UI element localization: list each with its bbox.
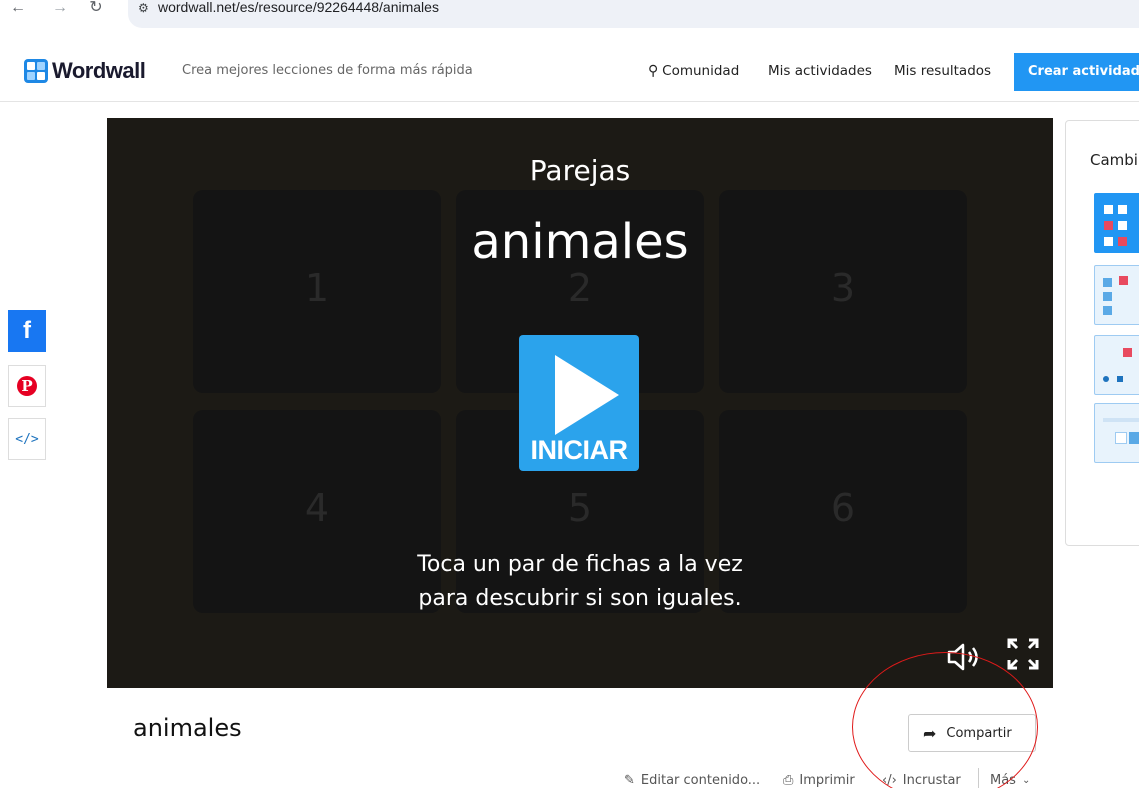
fullscreen-icon[interactable] [1003,634,1043,674]
print-label: Imprimir [799,773,855,788]
browser-address-bar: ← → ↻ ⚙ wordwall.net/es/resource/9226444… [0,0,1139,30]
pencil-icon: ✎ [624,773,635,788]
pinterest-icon: P [17,376,37,396]
play-icon [555,355,619,435]
facebook-share-button[interactable]: f [8,310,46,352]
create-activity-button[interactable]: Crear actividad [1014,53,1139,91]
forward-icon[interactable]: → [50,0,70,18]
game-area[interactable]: 1 2 3 4 5 6 Parejas animales INICIAR Toc… [107,118,1053,688]
community-label: Comunidad [662,63,740,79]
template-thumb-group-sort[interactable] [1094,335,1139,395]
logo-text: Wordwall [52,58,146,83]
change-template-title: Cambi [1090,151,1138,169]
template-thumb-matching-pairs[interactable] [1094,193,1139,253]
site-settings-icon[interactable]: ⚙ [138,1,149,15]
wordwall-logo-icon [24,59,48,83]
pinterest-share-button[interactable]: P [8,365,46,407]
game-template-title: Parejas [529,154,631,187]
start-button[interactable]: INICIAR [519,335,639,471]
back-icon[interactable]: ← [8,0,28,18]
start-label: INICIAR [530,435,629,465]
site-header: Wordwall Crea mejores lecciones de forma… [0,40,1139,102]
template-thumb-quiz[interactable] [1094,403,1139,463]
embed-icon: </> [15,431,39,447]
url-text[interactable]: wordwall.net/es/resource/92264448/animal… [158,0,439,15]
template-thumb-match-up[interactable] [1094,265,1139,325]
change-template-panel: Cambi [1065,120,1139,546]
printer-icon: ⎙ [783,773,794,788]
edit-content-label: Editar contenido... [640,773,761,788]
my-activities-link[interactable]: Mis actividades [768,63,872,79]
instructions-line-2: para descubrir si son iguales. [418,586,742,611]
print-link[interactable]: ⎙ Imprimir [783,773,855,788]
game-activity-name: animales [471,214,689,270]
wordwall-logo[interactable]: Wordwall [24,58,146,84]
tagline: Crea mejores lecciones de forma más rápi… [182,63,473,78]
game-instructions: Toca un par de fichas a la vez para desc… [107,548,1053,616]
edit-content-link[interactable]: ✎ Editar contenido... [624,773,760,788]
instructions-line-1: Toca un par de fichas a la vez [417,552,743,577]
activity-title: animales [133,714,242,742]
embed-share-button[interactable]: </> [8,418,46,460]
community-link[interactable]: ⚲ Comunidad [648,62,739,79]
chevron-down-icon: ⌄ [1021,775,1031,786]
my-results-link[interactable]: Mis resultados [894,63,991,79]
facebook-icon: f [23,317,31,344]
reload-icon[interactable]: ↻ [86,0,106,18]
game-start-overlay: Parejas animales INICIAR Toca un par de … [107,118,1053,688]
search-icon: ⚲ [648,63,659,79]
